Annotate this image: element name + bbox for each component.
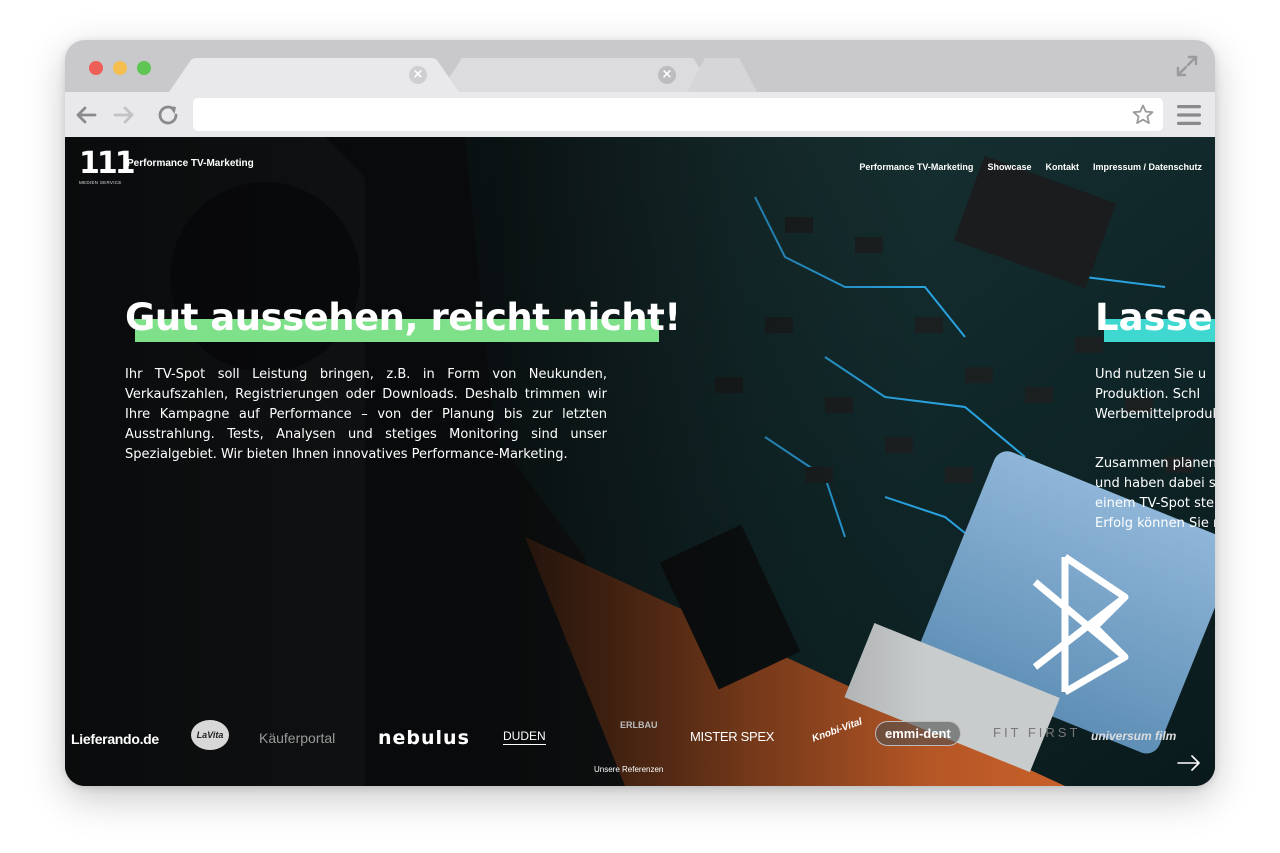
logo-number: 111 [79,146,136,181]
hamburger-menu-icon[interactable] [1177,104,1201,126]
reference-logo-duden[interactable]: DUDEN [503,729,546,745]
next-slide-line: Und nutzen Sie u [1095,367,1207,382]
logo-subtext: MEDIEN SERVICE [79,180,122,185]
address-bar[interactable] [193,98,1163,131]
reference-logo-lieferando[interactable]: Lieferando.de [71,731,159,747]
main-navigation: Performance TV-Marketing Showcase Kontak… [859,162,1202,172]
next-slide-body-text: Und nutzen Sie u Produktion. Schl Werbem… [1095,365,1215,534]
star-icon[interactable] [1131,103,1155,127]
reference-logo-misterspex[interactable]: MISTER SPEX [690,729,774,744]
forward-arrow-icon[interactable] [111,102,137,128]
nav-item-performance[interactable]: Performance TV-Marketing [859,162,973,172]
back-arrow-icon[interactable] [73,102,99,128]
arrow-right-icon[interactable] [1177,755,1201,771]
brand-title: Performance TV-Marketing [127,158,254,169]
reference-logo-universum[interactable]: universum film [1091,729,1176,743]
reference-logo-knobi-vital[interactable]: Knobi-Vital [811,716,864,744]
site-logo[interactable]: 111 MEDIEN SERVICE [79,146,136,189]
minimize-window-button[interactable] [113,61,127,75]
zoom-window-button[interactable] [137,61,151,75]
browser-toolbar [65,92,1215,137]
nav-item-impressum[interactable]: Impressum / Datenschutz [1093,162,1202,172]
next-slide-line: Zusammen planen [1095,456,1215,471]
browser-window: × × 111 MEDIEN SERVICE Performance TV-Ma… [65,40,1215,786]
tab-close-icon[interactable]: × [658,66,676,84]
nav-item-kontakt[interactable]: Kontakt [1045,162,1079,172]
tab-close-icon[interactable]: × [409,66,427,84]
reference-logo-nebulus[interactable]: nebulus [378,727,470,749]
slide-body-text: Ihr TV-Spot soll Leistung bringen, z.B. … [125,367,607,462]
web-page: 111 MEDIEN SERVICE Performance TV-Market… [65,137,1215,786]
references-caption: Unsere Referenzen [594,765,664,774]
reference-logo-emmi-dent[interactable]: emmi-dent [875,721,961,746]
browser-tab-inactive[interactable]: × [440,58,715,92]
browser-tab-active[interactable]: × [169,58,459,92]
expand-icon[interactable] [1175,54,1199,78]
next-slide-line: und haben dabei st [1095,476,1215,491]
next-slide-line: Erfolg können Sie n [1095,516,1215,531]
slide-headline: Gut aussehen, reicht nicht! [125,296,681,339]
reference-logo-lavita[interactable]: LaVita [191,720,229,750]
next-slide-headline-group: Lasser [1095,295,1215,342]
reload-icon[interactable] [155,102,181,128]
close-window-button[interactable] [89,61,103,75]
reference-logo-strip: Lieferando.de LaVita Käuferportal nebulu… [65,715,1215,757]
reference-logo-kaeuferportal[interactable]: Käuferportal [259,730,335,746]
new-tab-shape [687,58,757,92]
tab-bar: × × [65,40,1215,92]
reference-logo-erlbau[interactable]: ERLBAU [620,719,658,731]
nav-item-showcase[interactable]: Showcase [987,162,1031,172]
reference-logo-fitfirst[interactable]: FIT FIRST [993,725,1080,740]
next-slide-line: Produktion. Schl [1095,387,1201,402]
new-tab-button[interactable] [687,58,757,92]
next-slide-headline: Lasser [1095,296,1215,339]
next-slide-line: Werbemittelproduk [1095,407,1215,422]
next-slide-line: einem TV-Spot ste [1095,496,1214,511]
slide-headline-group: Gut aussehen, reicht nicht! [125,295,681,342]
